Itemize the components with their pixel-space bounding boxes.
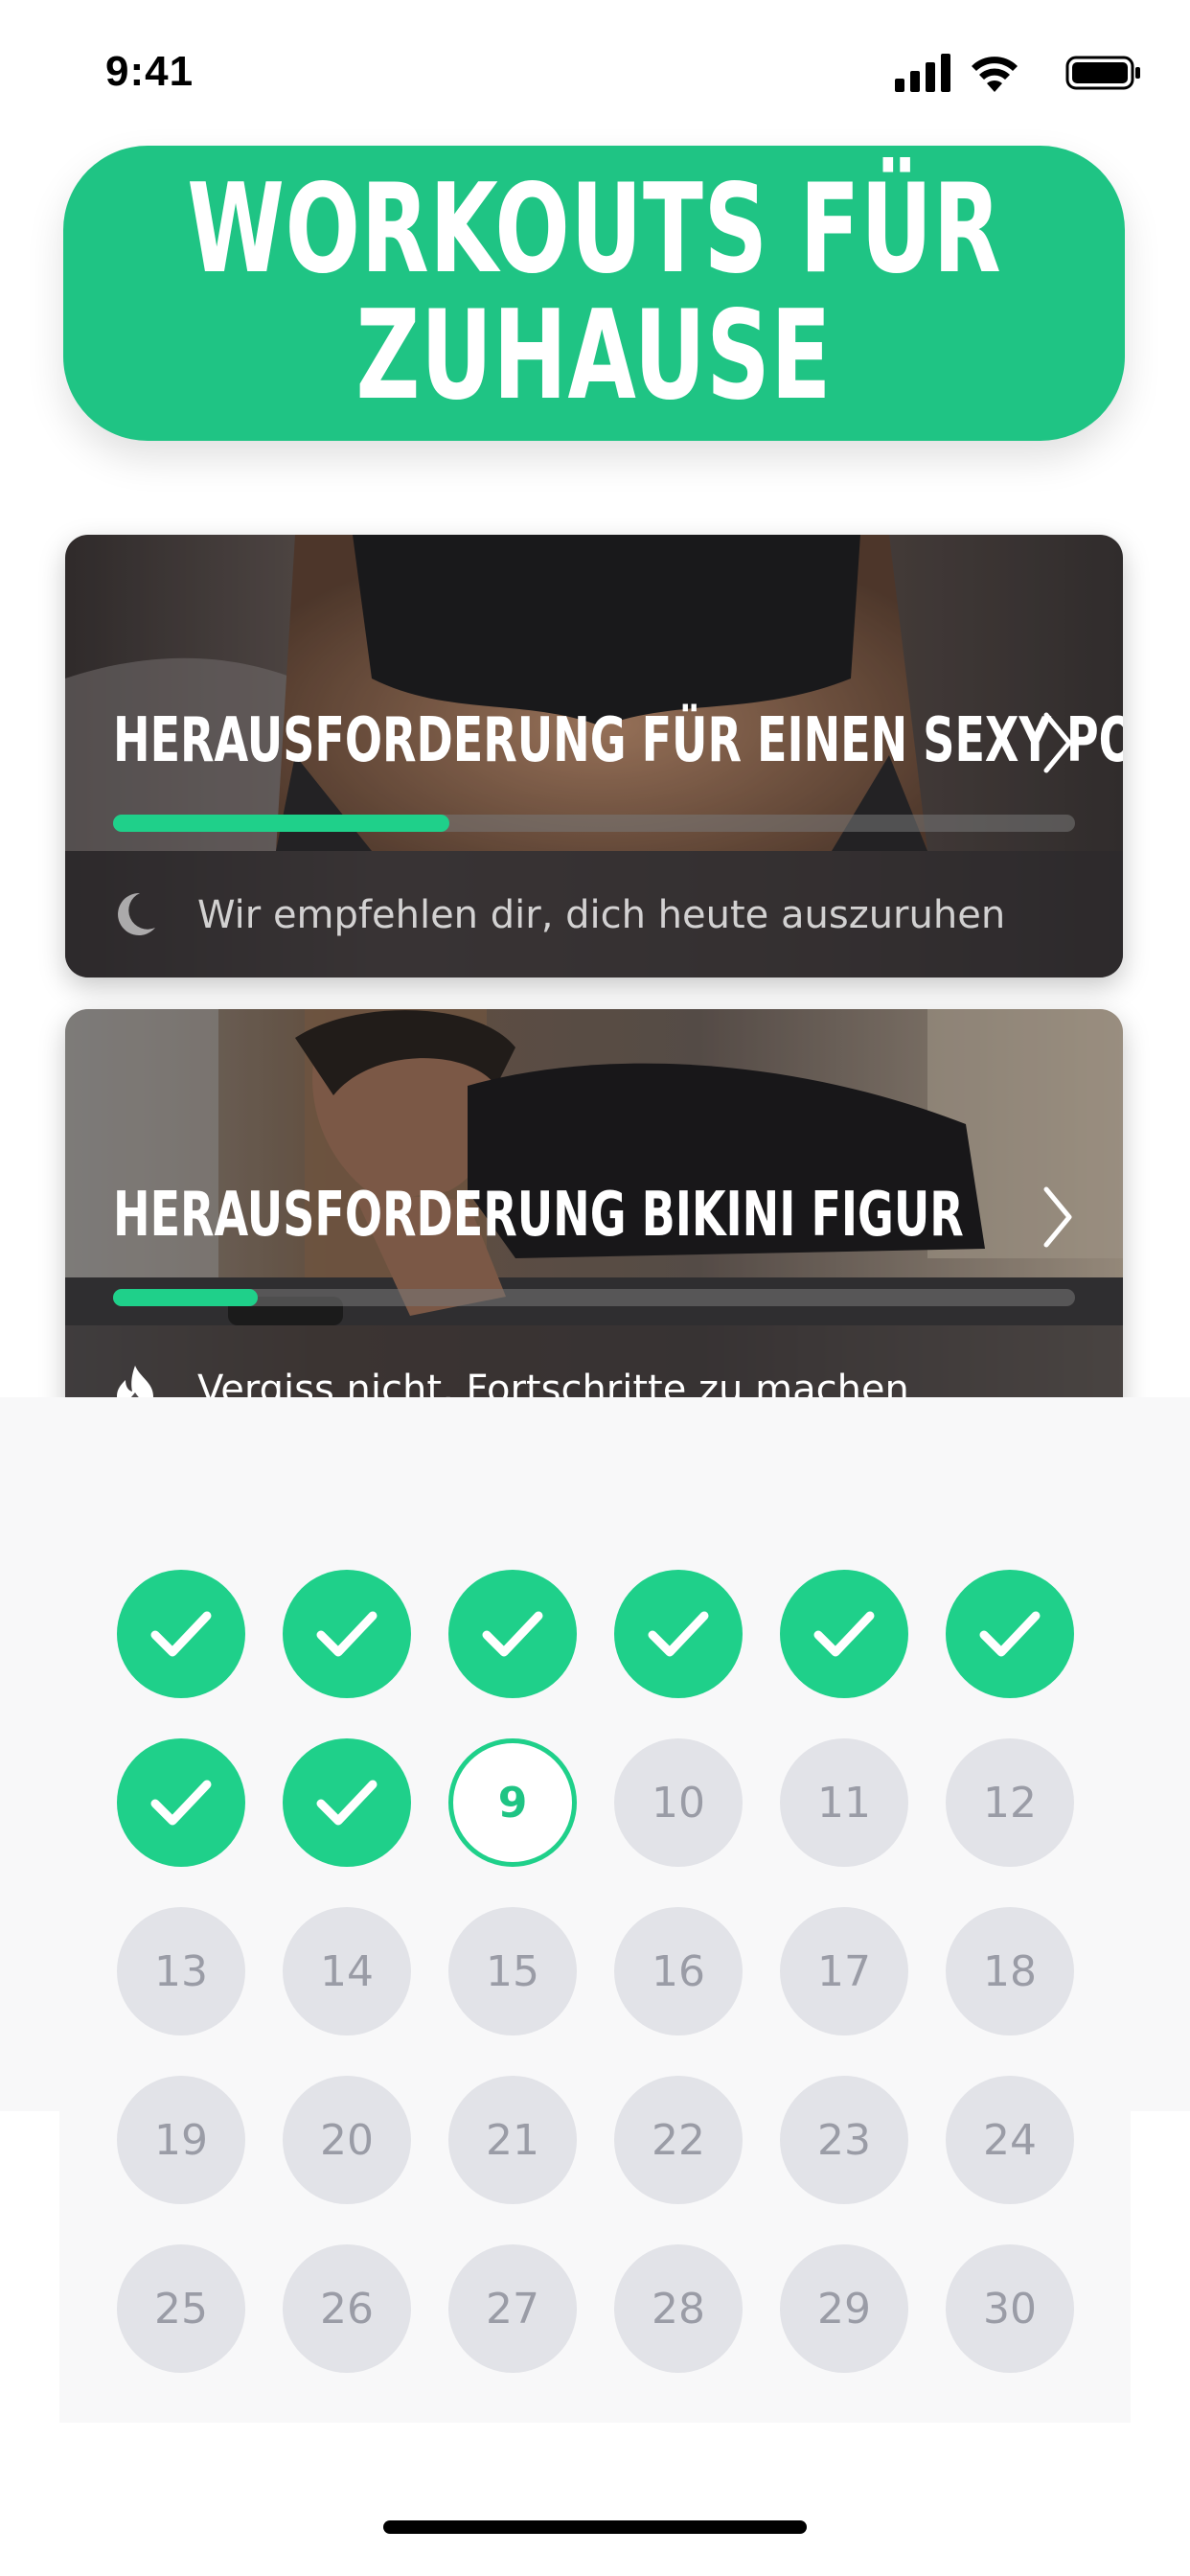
day-calendar: 9 10 11 12 13 14 15 16 17 18 19 20 21 22 23 24 25 26 27 28 2…	[117, 1570, 1075, 2373]
status-bar: 9:41	[0, 0, 1190, 144]
day-upcoming[interactable]: 17	[780, 1907, 908, 2036]
day-upcoming[interactable]: 29	[780, 2244, 908, 2373]
checkmark-icon	[150, 1611, 212, 1657]
checkmark-icon	[150, 1780, 212, 1826]
day-completed[interactable]	[283, 1570, 411, 1698]
day-upcoming[interactable]: 15	[448, 1907, 577, 2036]
challenge-progress-bar	[113, 1289, 1075, 1306]
challenge-title: HERAUSFORDERUNG BIKINI FIGUR	[113, 1180, 964, 1251]
day-current[interactable]: 9	[448, 1738, 577, 1867]
day-upcoming[interactable]: 23	[780, 2076, 908, 2204]
challenge-progress-bar	[113, 815, 1075, 832]
day-upcoming[interactable]: 26	[283, 2244, 411, 2373]
checkmark-icon	[482, 1611, 543, 1657]
day-completed[interactable]	[614, 1570, 743, 1698]
day-completed[interactable]	[780, 1570, 908, 1698]
day-upcoming[interactable]: 13	[117, 1907, 245, 2036]
checkmark-icon	[979, 1611, 1041, 1657]
challenge-footer-text: Wir empfehlen dir, dich heute auszuruhen	[197, 893, 1006, 937]
day-upcoming[interactable]: 21	[448, 2076, 577, 2204]
day-upcoming[interactable]: 14	[283, 1907, 411, 2036]
title-banner: WORKOUTS FÜR ZUHAUSE	[63, 146, 1125, 441]
day-upcoming[interactable]: 20	[283, 2076, 411, 2204]
challenge-progress-fill	[113, 815, 450, 832]
page-title-line-1: WORKOUTS FÜR	[186, 158, 1002, 301]
day-upcoming[interactable]: 12	[946, 1738, 1074, 1867]
day-upcoming[interactable]: 24	[946, 2076, 1074, 2204]
day-completed[interactable]	[283, 1738, 411, 1867]
battery-icon	[1065, 56, 1140, 90]
day-completed[interactable]	[946, 1570, 1074, 1698]
status-time: 9:41	[105, 48, 195, 95]
home-indicator[interactable]	[383, 2520, 807, 2534]
day-completed[interactable]	[117, 1570, 245, 1698]
day-upcoming[interactable]: 28	[614, 2244, 743, 2373]
day-upcoming[interactable]: 11	[780, 1738, 908, 1867]
day-upcoming[interactable]: 16	[614, 1907, 743, 2036]
day-completed[interactable]	[448, 1570, 577, 1698]
checkmark-icon	[316, 1611, 378, 1657]
checkmark-icon	[648, 1611, 709, 1657]
day-upcoming[interactable]: 10	[614, 1738, 743, 1867]
challenge-card-sexy-po[interactable]: HERAUSFORDERUNG FÜR EINEN SEXY PO Wir em…	[65, 535, 1123, 978]
day-upcoming[interactable]: 30	[946, 2244, 1074, 2373]
chevron-right-icon[interactable]	[1039, 709, 1077, 776]
wifi-icon	[972, 57, 1018, 92]
checkmark-icon	[813, 1611, 875, 1657]
checkmark-icon	[316, 1780, 378, 1826]
day-upcoming[interactable]: 22	[614, 2076, 743, 2204]
day-upcoming[interactable]: 18	[946, 1907, 1074, 2036]
day-completed[interactable]	[117, 1738, 245, 1867]
day-upcoming[interactable]: 25	[117, 2244, 245, 2373]
day-upcoming[interactable]: 19	[117, 2076, 245, 2204]
day-upcoming[interactable]: 27	[448, 2244, 577, 2373]
challenge-card-bikini-figur[interactable]: HERAUSFORDERUNG BIKINI FIGUR Vergiss nic…	[65, 1009, 1123, 1452]
challenge-footer: Wir empfehlen dir, dich heute auszuruhen	[65, 851, 1123, 978]
chevron-right-icon[interactable]	[1039, 1184, 1077, 1251]
moon-icon	[118, 892, 155, 935]
challenge-progress-fill	[113, 1289, 258, 1306]
challenge-title: HERAUSFORDERUNG FÜR EINEN SEXY PO	[113, 705, 1123, 776]
cellular-signal-icon	[895, 54, 950, 92]
page-title-line-2: ZUHAUSE	[355, 285, 833, 427]
